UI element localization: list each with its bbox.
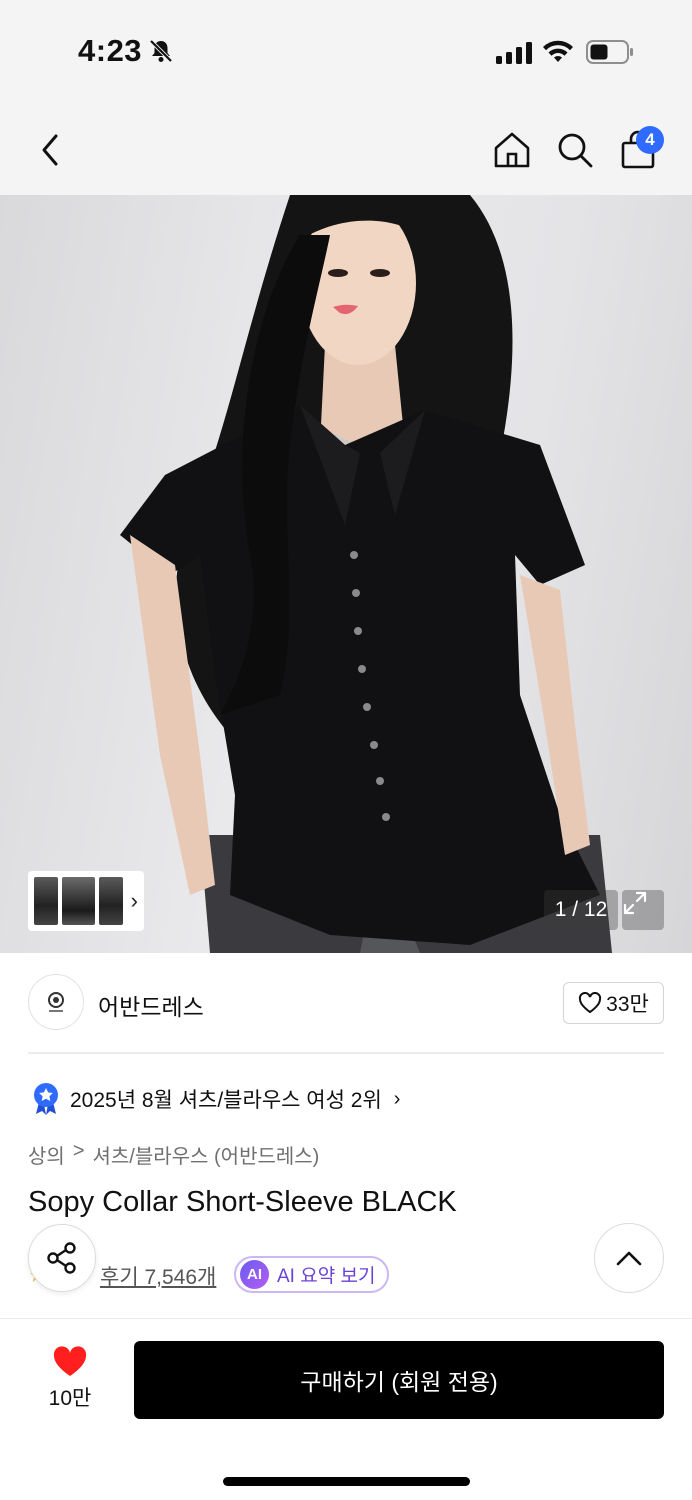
ai-summary-button[interactable]: AI AI 요약 보기 [234, 1256, 390, 1293]
ranking-link[interactable]: 2025년 8월 셔츠/블라우스 여성 2위 › [32, 1082, 400, 1116]
heart-filled-icon [53, 1346, 87, 1376]
buy-button[interactable]: 구매하기 (회원 전용) [134, 1341, 664, 1419]
brand-like-count: 33만 [606, 993, 649, 1016]
breadcrumb-subcategory[interactable]: 셔츠/블라우스 (어반드레스) [93, 1140, 320, 1169]
breadcrumb-separator: > [72, 1140, 85, 1162]
heart-outline-icon [579, 992, 602, 1014]
product-photo [120, 195, 612, 953]
image-counter: 1 / 12 [544, 890, 618, 930]
ai-summary-label: AI 요약 보기 [277, 1266, 376, 1287]
breadcrumb: 상의 > 셔츠/블라우스 (어반드레스) [28, 1140, 319, 1169]
thumbnail-strip[interactable]: › [28, 871, 144, 931]
thumbnail[interactable] [61, 877, 96, 925]
status-bar: 4:23 [0, 0, 692, 100]
product-title: Sopy Collar Short-Sleeve BLACK [28, 1186, 457, 1218]
chevron-up-icon [616, 1251, 642, 1266]
brand-name[interactable]: 어반드레스 [98, 988, 204, 1022]
ranking-text: 2025년 8월 셔츠/블라우스 여성 2위 [70, 1089, 382, 1112]
chevron-right-icon: › [393, 1087, 401, 1110]
search-icon [558, 133, 593, 168]
back-button[interactable] [28, 126, 72, 174]
wishlist-count: 10만 [48, 1387, 92, 1410]
brand-logo[interactable] [28, 974, 84, 1030]
home-icon [494, 132, 530, 168]
brand-emblem-icon [48, 992, 64, 1012]
thumbnail[interactable] [99, 877, 123, 925]
share-button[interactable] [28, 1224, 96, 1292]
ai-badge-icon: AI [240, 1260, 269, 1289]
wifi-icon [543, 40, 573, 62]
brand-like-button[interactable]: 33만 [563, 982, 664, 1024]
divider [28, 1052, 664, 1054]
home-indicator [223, 1477, 470, 1486]
chevron-left-icon [42, 134, 58, 166]
ranking-medal-icon [34, 1083, 58, 1115]
expand-icon [623, 891, 647, 915]
wishlist-button[interactable]: 10만 [30, 1346, 110, 1416]
home-button[interactable] [490, 126, 534, 174]
expand-button[interactable] [622, 890, 664, 930]
cellular-signal-icon [496, 42, 532, 64]
product-detail-page: 4:23 4 › 1 / 12 어반드레스 33만 2025년 8월 셔츠/블라… [0, 0, 692, 1500]
scroll-to-top-button[interactable] [594, 1223, 664, 1293]
breadcrumb-category[interactable]: 상의 [28, 1140, 65, 1169]
product-image-gallery[interactable]: › 1 / 12 [0, 195, 692, 953]
thumbnail[interactable] [34, 877, 58, 925]
status-time: 4:23 [78, 33, 143, 68]
cart-count-badge: 4 [636, 126, 664, 154]
battery-icon [586, 40, 633, 64]
share-icon [47, 1242, 76, 1274]
bell-off-icon [149, 39, 173, 63]
chevron-right-icon: › [130, 888, 138, 913]
search-button[interactable] [553, 126, 597, 174]
review-count-link[interactable]: 후기 7,546개 [100, 1261, 216, 1291]
